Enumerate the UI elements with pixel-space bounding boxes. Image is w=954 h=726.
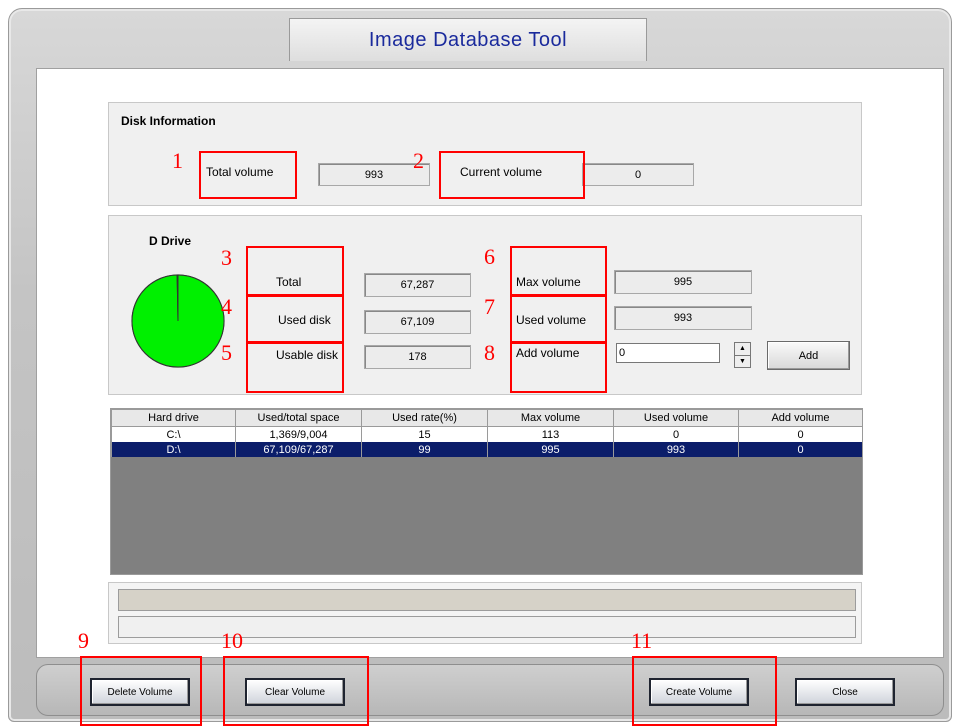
stepper-down-icon[interactable]: ▼ <box>735 356 750 368</box>
annotation-number: 10 <box>221 628 243 653</box>
annotation-number: 9 <box>78 628 89 653</box>
disk-usage-pie <box>131 274 225 368</box>
annotation-number: 5 <box>221 340 232 365</box>
table-row[interactable]: C:\ 1,369/9,004 15 113 0 0 <box>111 426 863 442</box>
annotation-number: 8 <box>484 340 495 365</box>
add-volume-stepper[interactable]: ▲ ▼ <box>734 342 751 368</box>
add-button[interactable]: Add <box>767 341 850 370</box>
usable-disk-field: 178 <box>364 345 471 369</box>
drive-table-grid: Hard drive Used/total space Used rate(%)… <box>111 409 863 457</box>
table-cell: 113 <box>487 426 614 442</box>
disk-information-title: Disk Information <box>121 114 216 128</box>
annotation-number: 4 <box>221 294 232 319</box>
progress-bar-top <box>118 589 856 611</box>
drive-title: D Drive <box>149 234 192 248</box>
stepper-up-icon[interactable]: ▲ <box>735 343 750 356</box>
annotation-box-used-disk <box>246 295 344 343</box>
table-cell: 993 <box>613 442 739 457</box>
annotation-number: 6 <box>484 244 495 269</box>
annotation-box-clear-volume <box>223 656 369 726</box>
annotation-box-delete-volume <box>80 656 202 726</box>
annotation-box-total <box>246 246 344 296</box>
add-volume-input[interactable] <box>616 343 720 363</box>
column-header-used-total-space[interactable]: Used/total space <box>235 409 362 427</box>
table-cell: D:\ <box>111 442 236 457</box>
annotation-box-usable-disk <box>246 342 344 393</box>
annotation-number: 2 <box>413 148 424 173</box>
table-cell: 995 <box>487 442 614 457</box>
table-cell: 0 <box>738 442 863 457</box>
annotation-number: 11 <box>631 628 653 653</box>
drive-table: Hard drive Used/total space Used rate(%)… <box>110 408 863 575</box>
window-title: Image Database Tool <box>289 18 647 61</box>
table-row-selected[interactable]: D:\ 67,109/67,287 99 995 993 0 <box>111 442 863 457</box>
used-volume-field: 993 <box>614 306 752 330</box>
table-cell: 99 <box>361 442 488 457</box>
used-disk-field: 67,109 <box>364 310 471 334</box>
table-cell: 0 <box>738 426 863 442</box>
table-cell: 0 <box>613 426 739 442</box>
annotation-number: 1 <box>172 148 183 173</box>
annotation-number: 3 <box>221 245 232 270</box>
annotation-box-max-volume <box>510 246 607 296</box>
column-header-hard-drive[interactable]: Hard drive <box>111 409 236 427</box>
annotation-number: 7 <box>484 294 495 319</box>
annotation-box-used-volume <box>510 295 607 343</box>
annotation-box-total-volume <box>199 151 297 199</box>
column-header-add-volume[interactable]: Add volume <box>738 409 863 427</box>
annotation-box-current-volume <box>439 151 585 199</box>
max-volume-field: 995 <box>614 270 752 294</box>
table-cell: 67,109/67,287 <box>235 442 362 457</box>
column-header-max-volume[interactable]: Max volume <box>487 409 614 427</box>
column-header-used-rate[interactable]: Used rate(%) <box>361 409 488 427</box>
current-volume-field: 0 <box>582 163 694 186</box>
annotation-box-add-volume <box>510 342 607 393</box>
table-cell: 1,369/9,004 <box>235 426 362 442</box>
total-field: 67,287 <box>364 273 471 297</box>
column-header-used-volume[interactable]: Used volume <box>613 409 739 427</box>
table-cell: C:\ <box>111 426 236 442</box>
table-cell: 15 <box>361 426 488 442</box>
close-button[interactable]: Close <box>795 678 895 706</box>
table-header-row: Hard drive Used/total space Used rate(%)… <box>111 409 863 427</box>
annotation-box-create-volume <box>632 656 777 726</box>
